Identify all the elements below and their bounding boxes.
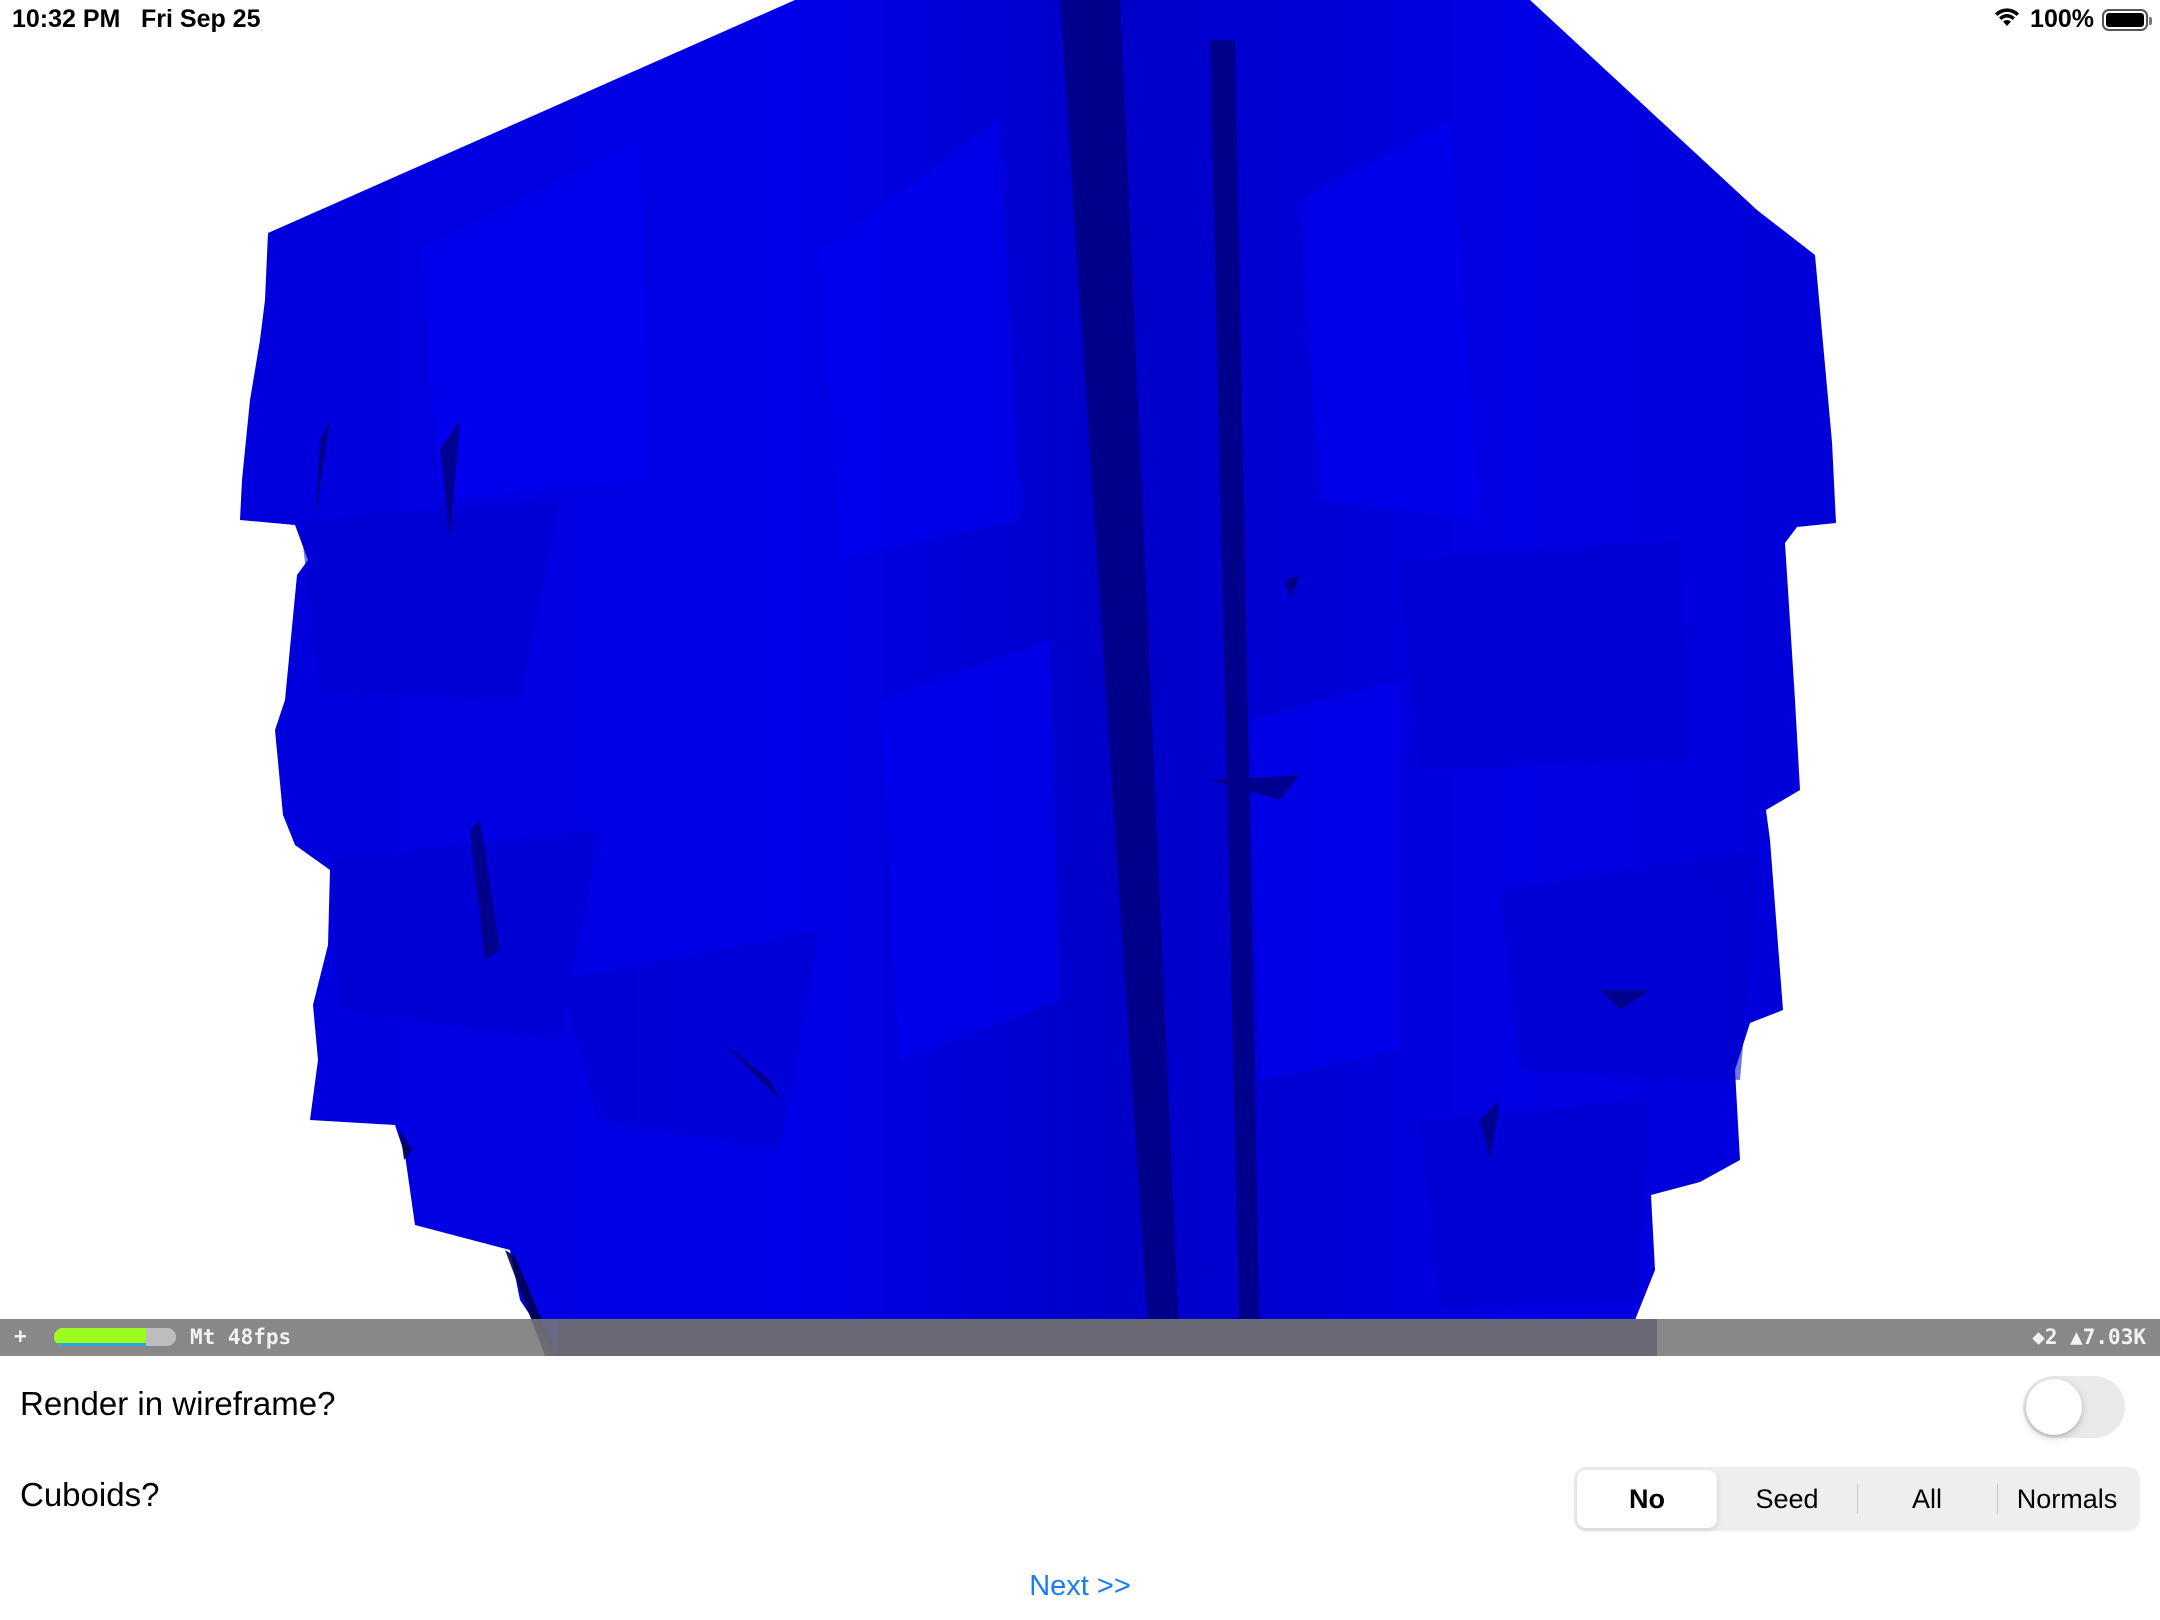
status-time: 10:32 PM xyxy=(12,5,121,33)
wireframe-label: Render in wireframe? xyxy=(20,1385,336,1422)
cuboids-label: Cuboids? xyxy=(20,1476,160,1513)
segment-seed[interactable]: Seed xyxy=(1717,1470,1857,1528)
scene-counts-label: ◆2 ▲7.03K xyxy=(2032,1325,2146,1349)
segment-no[interactable]: No xyxy=(1577,1470,1717,1528)
status-date: Fri Sep 25 xyxy=(141,5,261,33)
blue-mesh xyxy=(240,0,1836,1356)
battery-percent: 100% xyxy=(2030,5,2094,33)
next-button[interactable]: Next >> xyxy=(0,1570,2160,1603)
stats-expand-button[interactable]: + xyxy=(14,1324,27,1348)
scene-stats-bar: + Mt 48fps ◆2 ▲7.03K xyxy=(0,1319,2160,1356)
scene-view[interactable] xyxy=(0,0,2160,1356)
segment-all[interactable]: All xyxy=(1857,1470,1997,1528)
wireframe-toggle[interactable] xyxy=(2023,1376,2125,1438)
segment-normals[interactable]: Normals xyxy=(1997,1470,2137,1528)
battery-fill xyxy=(2106,12,2144,27)
battery-icon xyxy=(2102,8,2152,31)
status-right: 100% xyxy=(1992,4,2152,35)
app-root: 10:32 PM Fri Sep 25 100% + Mt 48fps ◆2 ▲… xyxy=(0,0,2160,1620)
wifi-icon xyxy=(1992,4,2022,35)
status-bar: 10:32 PM Fri Sep 25 100% xyxy=(0,0,2160,40)
cuboids-segmented-control: No Seed All Normals xyxy=(1574,1467,2140,1531)
frame-time-meter xyxy=(54,1328,176,1346)
fps-label: Mt 48fps xyxy=(190,1325,292,1349)
frame-time-meter-fill xyxy=(54,1328,146,1346)
toggle-knob xyxy=(2026,1379,2082,1435)
